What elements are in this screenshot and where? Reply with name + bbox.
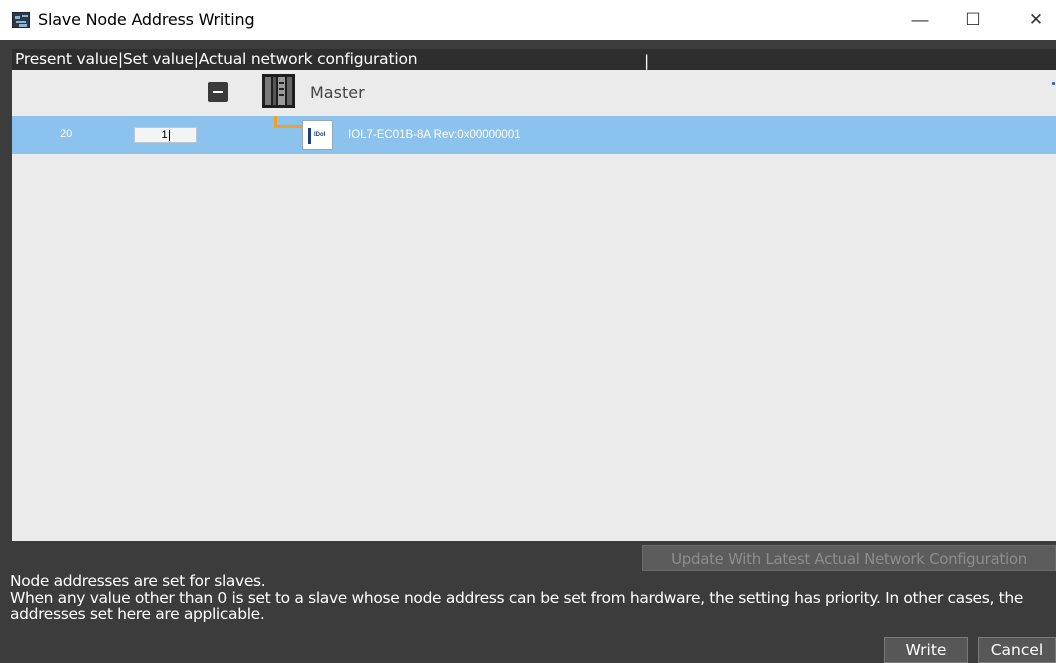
grid-header: Present value|Set value|Actual network c…: [12, 49, 1056, 70]
set-value-input[interactable]: 1: [134, 127, 197, 143]
info-line-2: When any value other than 0 is set to a …: [10, 588, 1024, 607]
minimize-icon: —: [911, 10, 929, 29]
cancel-button[interactable]: Cancel: [978, 637, 1056, 663]
update-network-config-button[interactable]: Update With Latest Actual Network Config…: [642, 545, 1056, 571]
io-link-device-icon: IDoI: [302, 120, 333, 150]
collapse-icon[interactable]: [208, 82, 228, 102]
info-line-3: addresses set here are applicable.: [10, 605, 265, 623]
title-bar: Slave Node Address Writing — ☐ ✕: [0, 0, 1056, 40]
present-value: 20: [60, 128, 73, 140]
indicator-dot: [1052, 82, 1055, 85]
master-label: Master: [310, 83, 365, 102]
device-label: IOL7-EC01B-8A Rev:0x00000001: [348, 129, 521, 141]
grid-header-label: Present value|Set value|Actual network c…: [15, 50, 418, 68]
window-title: Slave Node Address Writing: [38, 10, 255, 29]
close-icon: ✕: [1028, 10, 1044, 29]
network-tool-icon: [12, 12, 30, 28]
close-button[interactable]: ✕: [1013, 0, 1056, 40]
grid-header-separator: |: [644, 52, 650, 70]
write-button[interactable]: Write: [884, 637, 968, 663]
device-logo: IDoI: [314, 132, 326, 138]
minimize-button[interactable]: —: [897, 0, 943, 40]
plc-controller-icon: [262, 74, 295, 108]
maximize-icon: ☐: [965, 10, 981, 29]
network-grid: Present value|Set value|Actual network c…: [12, 49, 1056, 541]
slave-row[interactable]: 20 1 IDoI IOL7-EC01B-8A Rev:0x00000001: [12, 116, 1056, 154]
maximize-button[interactable]: ☐: [950, 0, 996, 40]
master-row[interactable]: Master: [12, 70, 1056, 116]
info-text: Node addresses are set for slaves. When …: [10, 573, 1056, 623]
dialog-body: Present value|Set value|Actual network c…: [0, 40, 1056, 663]
info-line-1: Node addresses are set for slaves.: [10, 573, 266, 590]
